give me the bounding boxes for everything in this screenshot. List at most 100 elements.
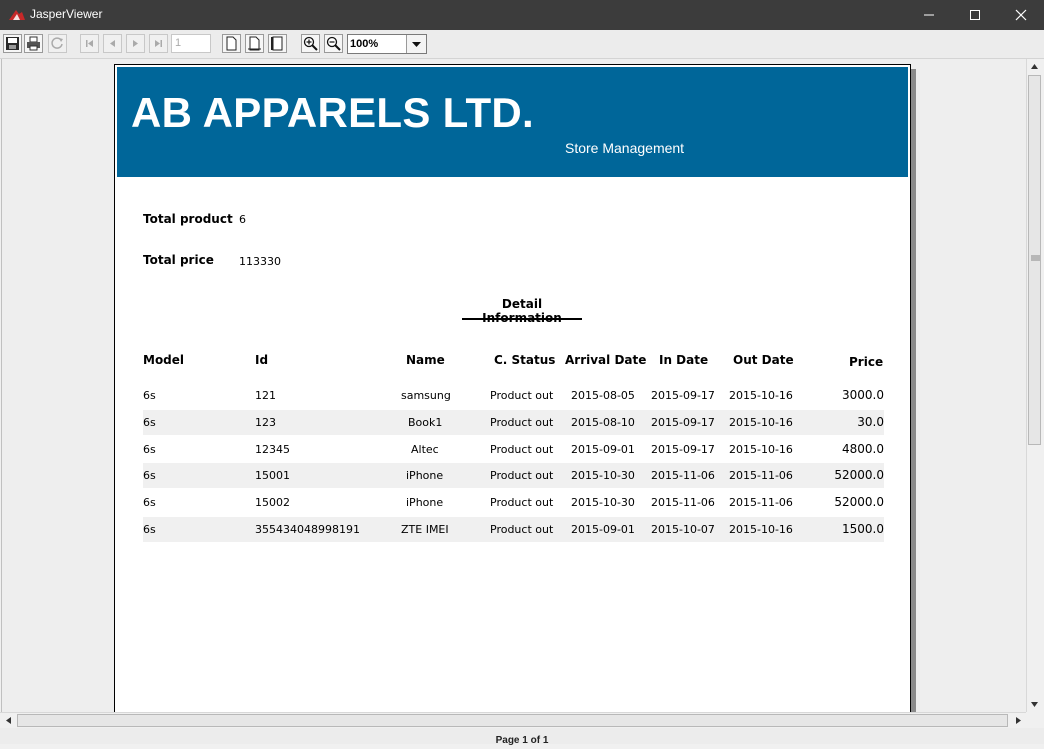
close-icon <box>1015 9 1027 21</box>
column-header-id: Id <box>255 353 269 367</box>
cell-id: 15002 <box>255 496 290 509</box>
fit-page-button[interactable] <box>245 34 264 53</box>
cell-price: 4800.0 <box>842 442 884 456</box>
last-page-icon <box>155 40 162 47</box>
minimize-icon <box>924 14 934 16</box>
zoom-dropdown-button[interactable] <box>406 35 426 53</box>
status-bar: Page 1 of 1 <box>0 728 1044 746</box>
company-name: AB APPARELS LTD. <box>131 89 535 136</box>
report-page: AB APPARELS LTD. Store Management Total … <box>114 64 911 712</box>
cell-name: iPhone <box>406 469 444 482</box>
reload-button[interactable] <box>48 34 67 53</box>
cell-price: 52000.0 <box>834 495 884 509</box>
cell-in-date: 2015-11-06 <box>651 469 715 482</box>
column-header-arrival-date: Arrival Date <box>565 353 647 367</box>
column-header-name: Name <box>406 353 445 367</box>
cell-model: 6s <box>143 469 156 482</box>
cell-arrival-date: 2015-10-30 <box>571 496 635 509</box>
cell-model: 6s <box>143 416 156 429</box>
cell-model: 6s <box>143 389 156 402</box>
cell-price: 30.0 <box>857 415 884 429</box>
cell-in-date: 2015-09-17 <box>651 416 715 429</box>
cell-model: 6s <box>143 496 156 509</box>
maximize-button[interactable] <box>952 0 998 30</box>
cell-name: ZTE IMEI <box>401 523 449 536</box>
vertical-scroll-thumb[interactable] <box>1028 75 1041 445</box>
page-status: Page 1 of 1 <box>495 735 549 746</box>
cell-status: Product out <box>490 496 554 509</box>
chevron-down-icon <box>412 42 421 47</box>
scroll-up-icon[interactable] <box>1030 62 1039 71</box>
cell-out-date: 2015-11-06 <box>729 496 793 509</box>
print-button[interactable] <box>24 34 43 53</box>
table-row: 6s 15002 iPhone Product out 2015-10-30 2… <box>143 490 884 515</box>
table-row: 6s 121 samsung Product out 2015-08-05 20… <box>143 383 884 408</box>
fit-width-button[interactable] <box>268 34 287 53</box>
cell-name: Book1 <box>408 416 443 429</box>
cell-out-date: 2015-10-16 <box>729 389 793 402</box>
actual-size-button[interactable] <box>222 34 241 53</box>
previous-page-icon <box>110 40 115 47</box>
print-icon <box>27 36 40 51</box>
save-icon <box>6 37 19 50</box>
cell-status: Product out <box>490 389 554 402</box>
scroll-down-icon[interactable] <box>1030 700 1039 709</box>
cell-out-date: 2015-10-16 <box>729 523 793 536</box>
scroll-corner <box>1026 712 1042 728</box>
first-page-button[interactable] <box>80 34 99 53</box>
cell-name: samsung <box>401 389 451 402</box>
cell-status: Product out <box>490 416 554 429</box>
cell-name: Altec <box>411 443 439 456</box>
cell-status: Product out <box>490 523 554 536</box>
maximize-icon <box>970 10 980 20</box>
last-page-button[interactable] <box>149 34 168 53</box>
report-header-banner: AB APPARELS LTD. Store Management <box>117 67 908 177</box>
close-button[interactable] <box>998 0 1044 30</box>
column-header-price: Price <box>849 355 884 369</box>
page-icon <box>226 36 237 51</box>
previous-page-button[interactable] <box>103 34 122 53</box>
report-viewport[interactable]: AB APPARELS LTD. Store Management Total … <box>1 59 1027 712</box>
horizontal-scroll-thumb[interactable] <box>17 714 1008 727</box>
scroll-left-icon[interactable] <box>4 716 13 725</box>
save-button[interactable] <box>3 34 22 53</box>
zoom-in-button[interactable] <box>301 34 320 53</box>
cell-id: 123 <box>255 416 276 429</box>
horizontal-scrollbar[interactable] <box>0 712 1026 729</box>
zoom-select[interactable]: 100% <box>347 34 427 54</box>
next-page-button[interactable] <box>126 34 145 53</box>
cell-out-date: 2015-10-16 <box>729 443 793 456</box>
grip-icon <box>1031 255 1040 261</box>
cell-in-date: 2015-09-17 <box>651 443 715 456</box>
cell-in-date: 2015-09-17 <box>651 389 715 402</box>
column-header-in-date: In Date <box>659 353 709 367</box>
minimize-button[interactable] <box>906 0 952 30</box>
section-underline <box>462 318 582 320</box>
table-row: 6s 355434048998191 ZTE IMEI Product out … <box>143 517 884 542</box>
zoom-in-icon <box>303 36 318 51</box>
fit-page-icon <box>248 36 261 51</box>
jasper-logo-icon <box>9 10 25 20</box>
cell-price: 52000.0 <box>834 468 884 482</box>
table-row: 6s 123 Book1 Product out 2015-08-10 2015… <box>143 410 884 435</box>
vertical-scrollbar[interactable] <box>1026 59 1043 712</box>
cell-in-date: 2015-10-07 <box>651 523 715 536</box>
cell-price: 1500.0 <box>842 522 884 536</box>
cell-status: Product out <box>490 469 554 482</box>
cell-in-date: 2015-11-06 <box>651 496 715 509</box>
scroll-right-icon[interactable] <box>1014 716 1023 725</box>
zoom-out-button[interactable] <box>324 34 343 53</box>
page-number-input[interactable]: 1 <box>171 34 211 53</box>
window-title: JasperViewer <box>30 7 103 21</box>
table-row: 6s 12345 Altec Product out 2015-09-01 20… <box>143 437 884 462</box>
fit-width-icon <box>271 36 283 51</box>
column-header-status: C. Status <box>494 353 556 367</box>
column-header-model: Model <box>143 353 185 367</box>
section-title: Detail Information <box>482 297 562 325</box>
total-product-value: 6 <box>239 213 246 226</box>
cell-name: iPhone <box>406 496 444 509</box>
cell-arrival-date: 2015-08-10 <box>571 416 635 429</box>
total-price-value: 113330 <box>239 255 281 268</box>
cell-price: 3000.0 <box>842 388 884 402</box>
cell-status: Product out <box>490 443 554 456</box>
